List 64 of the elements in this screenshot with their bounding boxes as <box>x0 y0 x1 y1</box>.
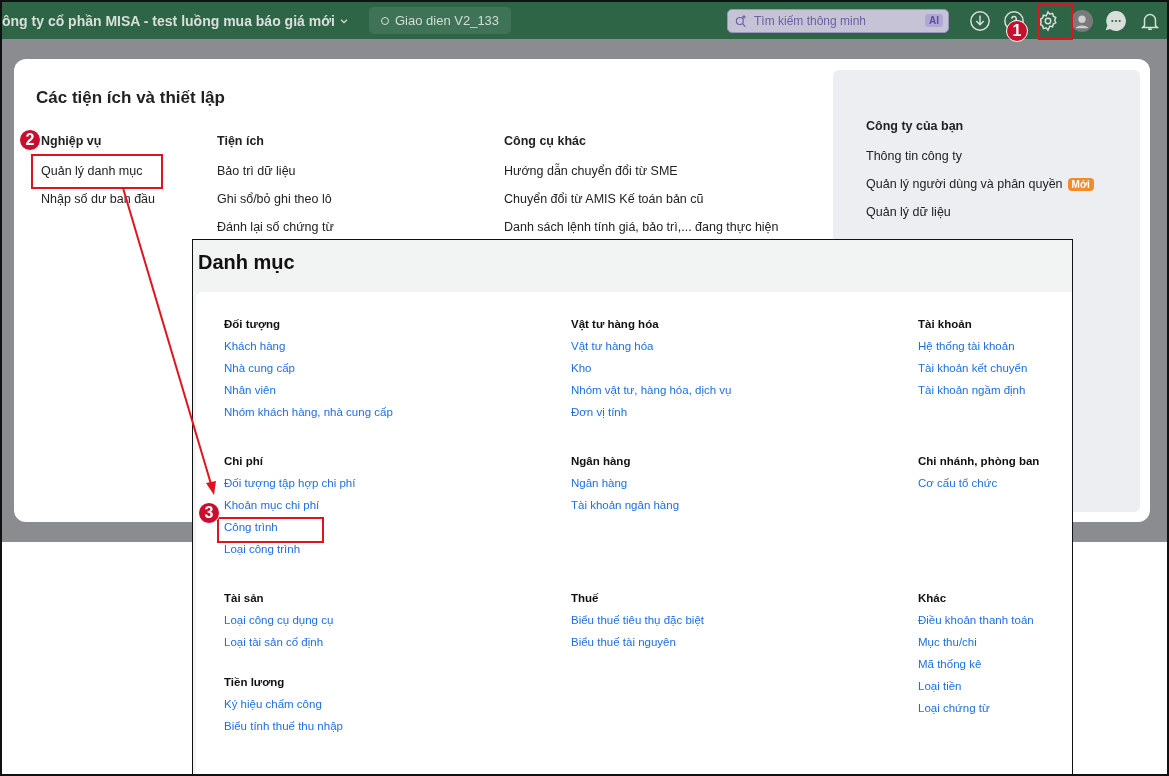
new-badge: Mới <box>1067 177 1094 191</box>
section-heading: Công ty của bạn <box>866 119 965 133</box>
group-heading: Chi nhánh, phòng ban <box>918 455 1041 467</box>
catalog-link[interactable]: Tài khoản ngân hàng <box>571 499 680 511</box>
menu-link[interactable]: Danh sách lệnh tính giá, bảo trì,... đang thực hiện <box>504 220 779 234</box>
menu-link[interactable]: Quản lý người dùng và phân quyền <box>866 177 1063 191</box>
catalog-link[interactable]: Tài khoản ngầm định <box>918 384 1026 396</box>
section-heading: Nghiệp vụ <box>41 134 103 148</box>
catalog-link[interactable]: Hệ thống tài khoản <box>918 340 1015 352</box>
catalog-link[interactable]: Biểu tính thuế thu nhập <box>224 720 343 732</box>
menu-link[interactable]: Thông tin công ty <box>866 149 1140 163</box>
catalog-link[interactable]: Biểu thuế tiêu thụ đặc biệt <box>571 614 704 626</box>
group-heading: Khác <box>918 592 948 604</box>
catalog-link[interactable]: Biểu thuế tài nguyên <box>571 636 676 648</box>
catalog-link[interactable]: Loại tiền <box>918 680 962 692</box>
group-heading: Đối tượng <box>224 318 282 330</box>
catalog-link[interactable]: Ký hiệu chấm công <box>224 698 322 710</box>
company-selector[interactable]: ông ty cổ phần MISA - test luồng mua báo giá mới <box>2 12 349 29</box>
highlight-frame <box>1038 4 1073 40</box>
group-heading: Tài khoản <box>918 318 973 330</box>
catalog-link[interactable]: Vật tư hàng hóa <box>571 340 654 352</box>
catalog-link[interactable]: Công trình <box>224 521 278 533</box>
catalog-link[interactable]: Điều khoản thanh toán <box>918 614 1034 626</box>
catalog-link[interactable]: Khoản mục chi phí <box>224 499 320 511</box>
section-heading: Tiện ích <box>217 134 265 148</box>
catalog-link[interactable]: Cơ cấu tổ chức <box>918 477 998 489</box>
settings-icon[interactable] <box>1037 9 1059 32</box>
menu-link[interactable]: Bảo trì dữ liệu <box>217 164 504 178</box>
catalog-link[interactable]: Nhóm vật tư, hàng hóa, dịch vụ <box>571 384 732 396</box>
group-heading: Thuế <box>571 592 600 604</box>
catalog-link[interactable]: Khách hàng <box>224 340 286 352</box>
catalog-link[interactable]: Nhà cung cấp <box>224 362 295 374</box>
menu-link[interactable]: Quản lý dữ liệu <box>866 205 1140 219</box>
group-heading: Tài sản <box>224 592 265 604</box>
catalog-link[interactable]: Mã thống kê <box>918 658 982 670</box>
menu-link[interactable]: Chuyển đổi từ AMIS Kế toán bản cũ <box>504 192 779 206</box>
catalog-link[interactable]: Nhóm khách hàng, nhà cung cấp <box>224 406 393 418</box>
download-icon[interactable] <box>969 9 991 32</box>
menu-link[interactable]: Quản lý danh mục <box>41 164 217 178</box>
catalog-link[interactable]: Ngân hàng <box>571 477 628 489</box>
panel-title: Danh mục <box>197 250 296 275</box>
catalog-link[interactable]: Loại tài sản cố định <box>224 636 324 648</box>
menu-link[interactable]: Đánh lại số chứng từ <box>217 220 504 234</box>
catalog-link[interactable]: Loại công trình <box>224 543 301 555</box>
chat-icon[interactable] <box>1105 9 1127 32</box>
catalog-link[interactable]: Nhân viên <box>224 384 276 396</box>
menu-link[interactable]: Ghi sổ/bỏ ghi theo lô <box>217 192 504 206</box>
catalog-link[interactable]: Tài khoản kết chuyển <box>918 362 1028 374</box>
catalog-link[interactable]: Đơn vị tính <box>571 406 628 418</box>
catalog-link[interactable]: Loại chứng từ <box>918 702 990 714</box>
catalog-link[interactable]: Kho <box>571 362 592 374</box>
dialog-title: Các tiện ích và thiết lập <box>36 88 226 108</box>
menu-link[interactable]: Hướng dẫn chuyển đổi từ SME <box>504 164 779 178</box>
catalog-link[interactable]: Mục thu/chi <box>918 636 977 648</box>
section-heading: Công cụ khác <box>504 134 587 148</box>
catalog-link[interactable]: Đối tượng tập hợp chi phí <box>224 477 356 489</box>
sparkle-search-icon[interactable] <box>734 13 748 28</box>
catalog-link[interactable]: Loại công cụ dụng cụ <box>224 614 334 626</box>
group-heading: Tiền lương <box>224 676 286 688</box>
avatar-icon[interactable] <box>1071 9 1093 32</box>
group-heading: Ngân hàng <box>571 455 632 467</box>
group-heading: Vật tư hàng hóa <box>571 318 660 330</box>
version-chip[interactable]: Giao dien V2_133 <box>369 7 512 34</box>
group-heading: Chi phí <box>224 455 264 467</box>
